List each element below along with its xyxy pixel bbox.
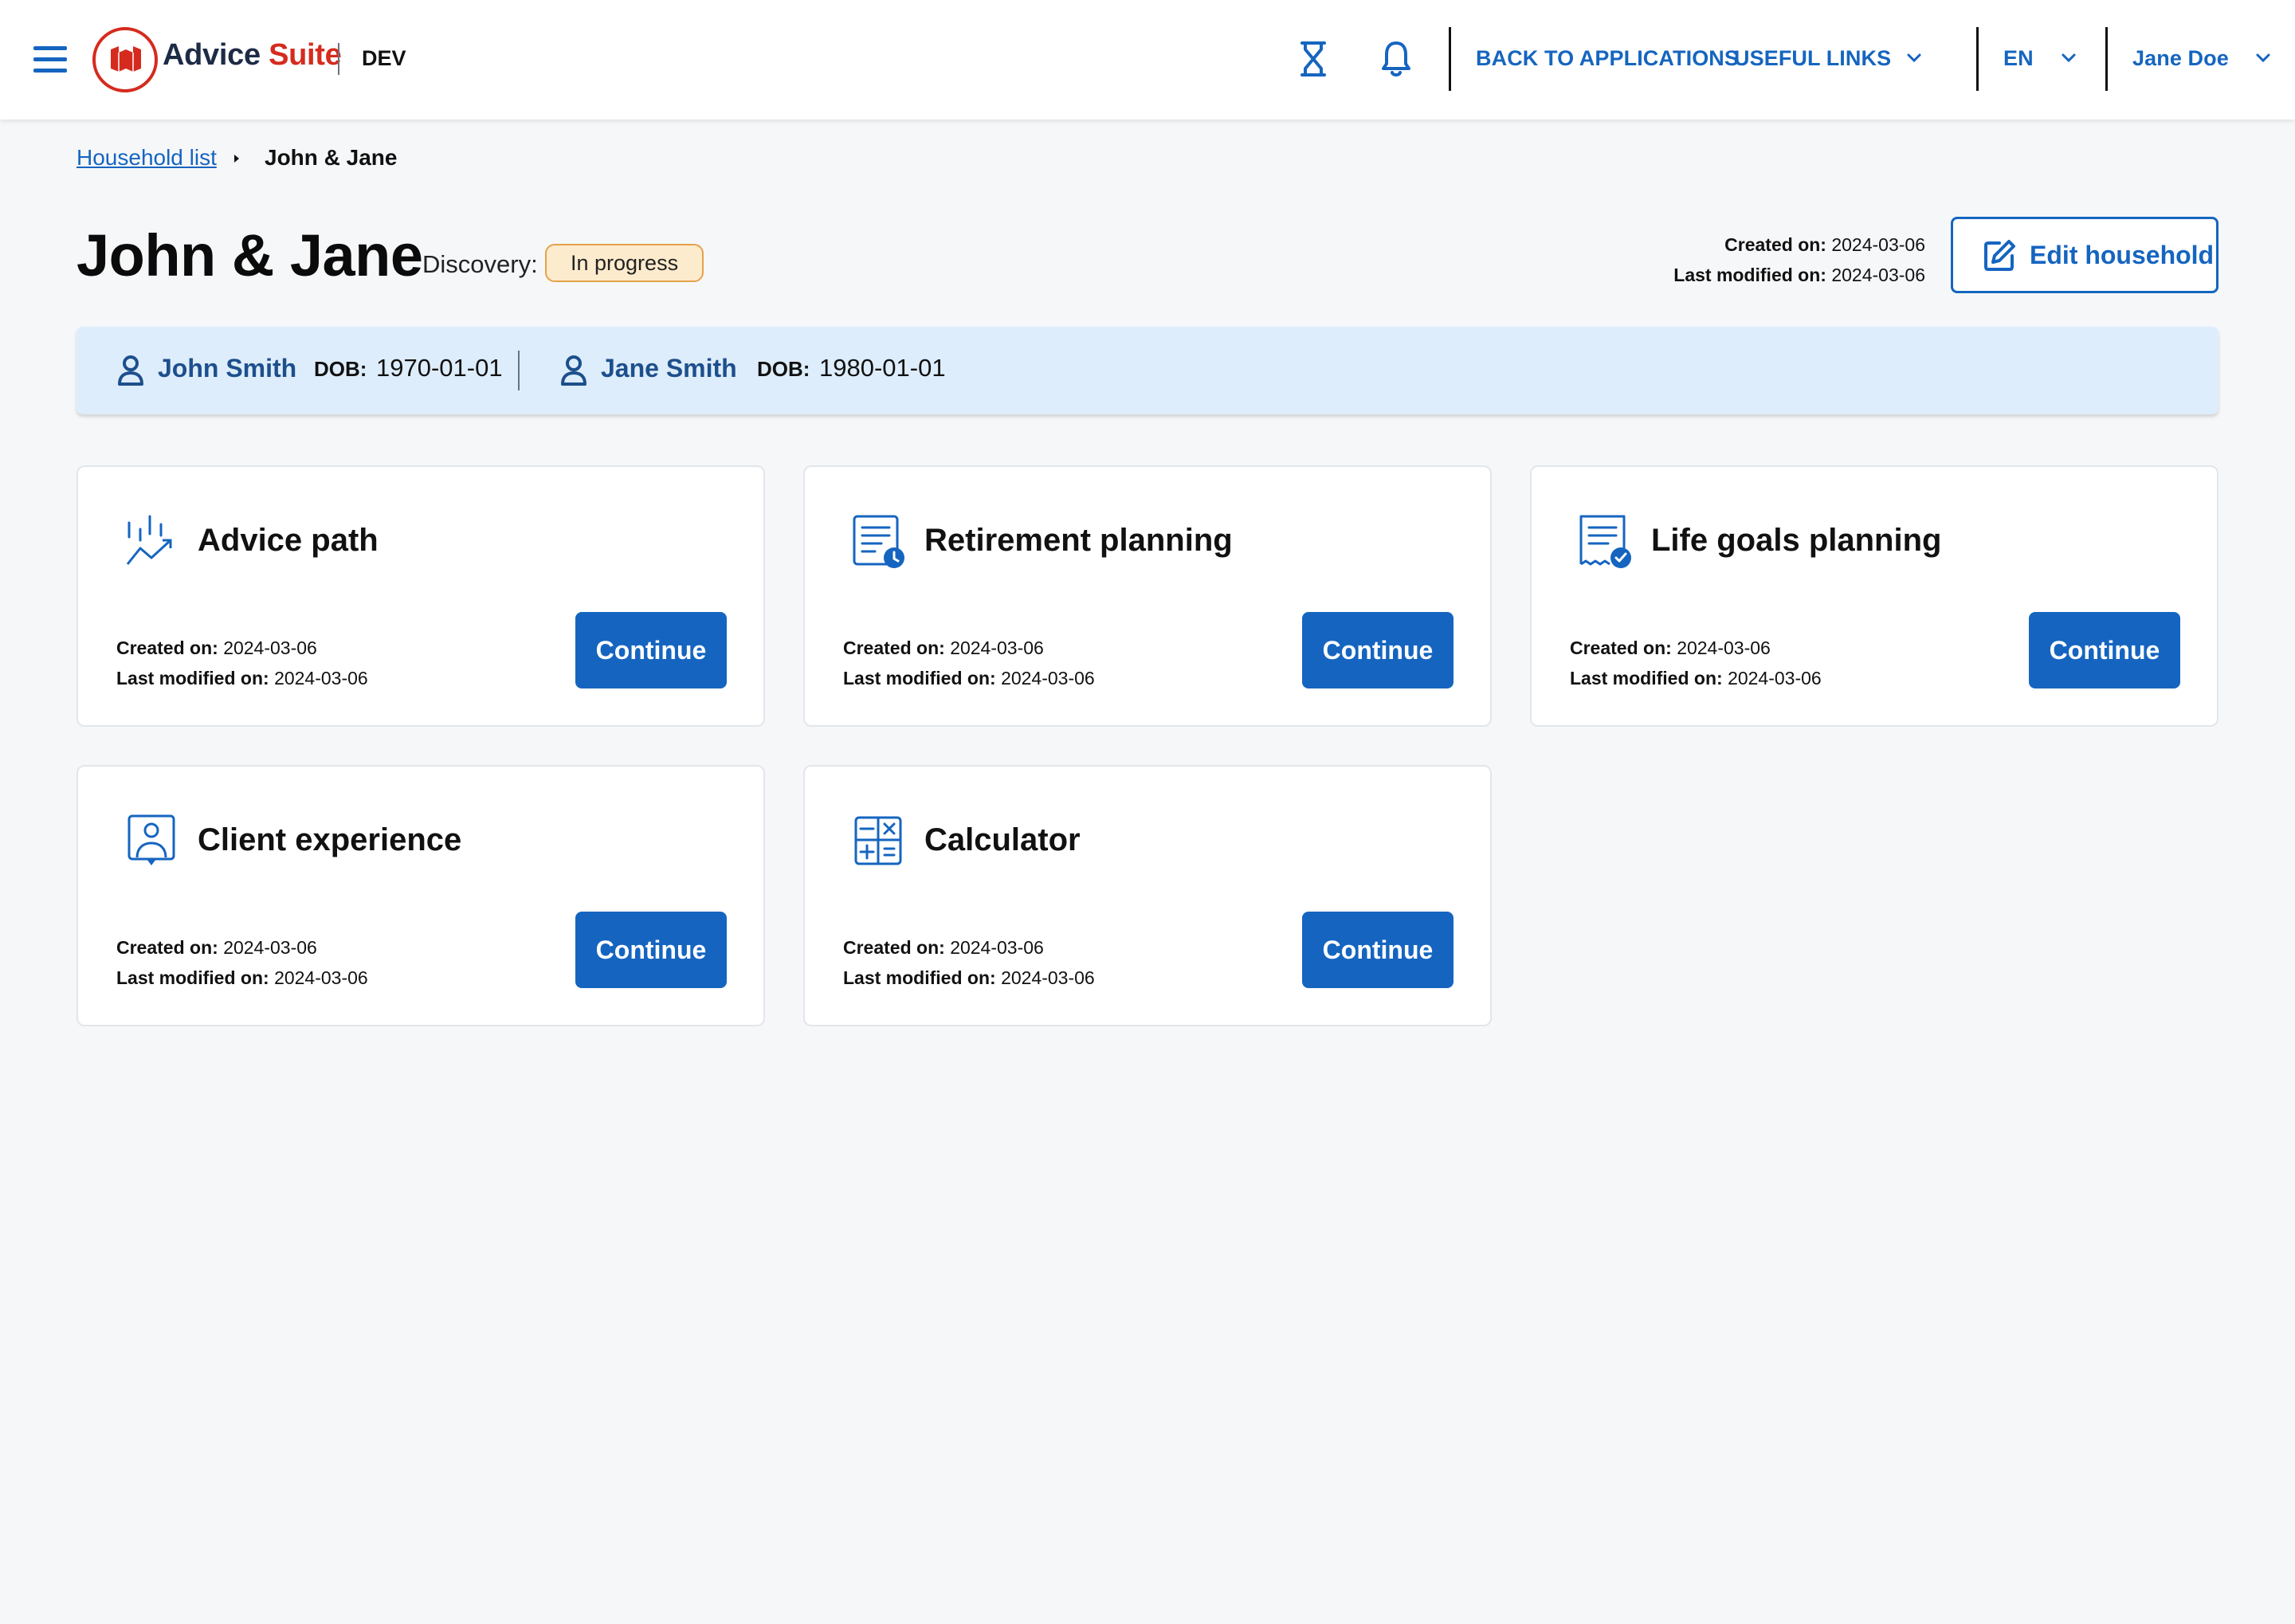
modified-date: 2024-03-06: [1001, 668, 1095, 688]
modified-date: 2024-03-06: [274, 668, 368, 688]
card-client-experience: Client experience Created on: 2024-03-06…: [76, 765, 765, 1026]
modified-label: Last modified on:: [1570, 668, 1723, 688]
brand-name-part1: Advice: [163, 38, 261, 72]
created-date: 2024-03-06: [950, 637, 1044, 658]
card-advice-path: Advice path Created on: 2024-03-06 Last …: [76, 465, 765, 727]
brand-name-part2: Suite: [269, 38, 342, 72]
created-label: Created on:: [843, 937, 945, 958]
card-meta: Created on: 2024-03-06 Last modified on:…: [843, 932, 1095, 993]
created-label: Created on:: [116, 637, 218, 658]
dob-label: DOB:: [314, 357, 367, 381]
card-title: Retirement planning: [924, 523, 1233, 558]
created-label: Created on:: [843, 637, 945, 658]
discovery-label: Discovery:: [422, 250, 538, 278]
document-clock-icon: [851, 513, 907, 573]
document-check-icon: [1578, 513, 1634, 573]
language-selector[interactable]: EN: [2003, 46, 2034, 71]
card-title: Client experience: [198, 822, 462, 857]
environment-label: DEV: [362, 46, 406, 70]
card-title: Advice path: [198, 523, 379, 558]
page-title: John & Jane: [76, 222, 423, 288]
top-navigation-bar: Advice Suite DEV BACK TO APPLICATIONS US…: [0, 0, 2295, 120]
status-badge: In progress: [545, 244, 704, 282]
continue-button[interactable]: Continue: [2029, 612, 2180, 688]
back-to-applications-link[interactable]: BACK TO APPLICATIONS: [1476, 46, 1739, 71]
member-name[interactable]: Jane Smith: [601, 354, 737, 383]
person-icon: [116, 354, 145, 390]
modified-label: Last modified on:: [843, 668, 996, 688]
continue-button[interactable]: Continue: [1302, 612, 1454, 688]
card-calculator: Calculator Created on: 2024-03-06 Last m…: [803, 765, 1492, 1026]
continue-button[interactable]: Continue: [575, 912, 727, 988]
header-divider: [1976, 27, 1979, 91]
app-brand[interactable]: Advice Suite: [163, 38, 342, 73]
modified-date: 2024-03-06: [1001, 967, 1095, 988]
bell-icon[interactable]: [1380, 40, 1412, 82]
created-label: Created on:: [1570, 637, 1672, 658]
edit-icon: [1984, 240, 2015, 271]
card-meta: Created on: 2024-03-06 Last modified on:…: [116, 633, 368, 693]
modified-label: Last modified on:: [1673, 265, 1826, 285]
maple-leaf-icon[interactable]: [92, 27, 158, 92]
edit-household-button[interactable]: Edit household: [1951, 217, 2218, 293]
member-dob: 1980-01-01: [819, 354, 946, 382]
created-date: 2024-03-06: [223, 637, 317, 658]
breadcrumb-household-list-link[interactable]: Household list: [76, 145, 217, 171]
created-date: 2024-03-06: [950, 937, 1044, 958]
card-meta: Created on: 2024-03-06 Last modified on:…: [1570, 633, 1822, 693]
member-name[interactable]: John Smith: [158, 354, 296, 383]
household-members: John Smith DOB: 1970-01-01 Jane Smith DO…: [76, 327, 2218, 414]
useful-links-menu[interactable]: USEFUL LINKS: [1734, 46, 1891, 71]
card-life-goals-planning: Life goals planning Created on: 2024-03-…: [1530, 465, 2218, 727]
card-retirement-planning: Retirement planning Created on: 2024-03-…: [803, 465, 1492, 727]
card-title: Life goals planning: [1651, 523, 1942, 558]
continue-button[interactable]: Continue: [1302, 912, 1454, 988]
created-date: 2024-03-06: [223, 937, 317, 958]
created-label: Created on:: [116, 937, 218, 958]
card-title: Calculator: [924, 822, 1081, 857]
created-date: 2024-03-06: [1677, 637, 1771, 658]
card-meta: Created on: 2024-03-06 Last modified on:…: [843, 633, 1095, 693]
brand-divider: [338, 43, 339, 75]
member-dob: 1970-01-01: [376, 354, 503, 382]
member-divider: [518, 351, 520, 390]
chevron-down-icon[interactable]: [2255, 53, 2271, 68]
dob-label: DOB:: [757, 357, 810, 381]
modified-label: Last modified on:: [116, 967, 269, 988]
header-divider: [2105, 27, 2108, 91]
person-icon: [559, 354, 588, 390]
chevron-down-icon[interactable]: [1906, 53, 1922, 68]
continue-button[interactable]: Continue: [575, 612, 727, 688]
created-date: 2024-03-06: [1831, 234, 1925, 255]
user-menu[interactable]: Jane Doe: [2132, 46, 2229, 71]
card-meta: Created on: 2024-03-06 Last modified on:…: [116, 932, 368, 993]
menu-icon[interactable]: [33, 46, 67, 73]
modified-date: 2024-03-06: [1831, 265, 1925, 285]
modified-date: 2024-03-06: [274, 967, 368, 988]
hourglass-icon[interactable]: [1297, 40, 1329, 82]
user-badge-icon: [124, 813, 180, 873]
chart-trend-icon: [124, 513, 180, 573]
chevron-right-icon: [233, 153, 241, 168]
modified-label: Last modified on:: [843, 967, 996, 988]
calculator-icon: [851, 813, 907, 873]
modified-label: Last modified on:: [116, 668, 269, 688]
edit-household-label: Edit household: [2030, 241, 2215, 269]
chevron-down-icon[interactable]: [2061, 53, 2077, 68]
created-label: Created on:: [1724, 234, 1826, 255]
household-meta: Created on: 2024-03-06 Last modified on:…: [1673, 229, 1925, 290]
header-divider: [1449, 27, 1451, 91]
modified-date: 2024-03-06: [1728, 668, 1822, 688]
breadcrumb-current: John & Jane: [265, 145, 398, 170]
